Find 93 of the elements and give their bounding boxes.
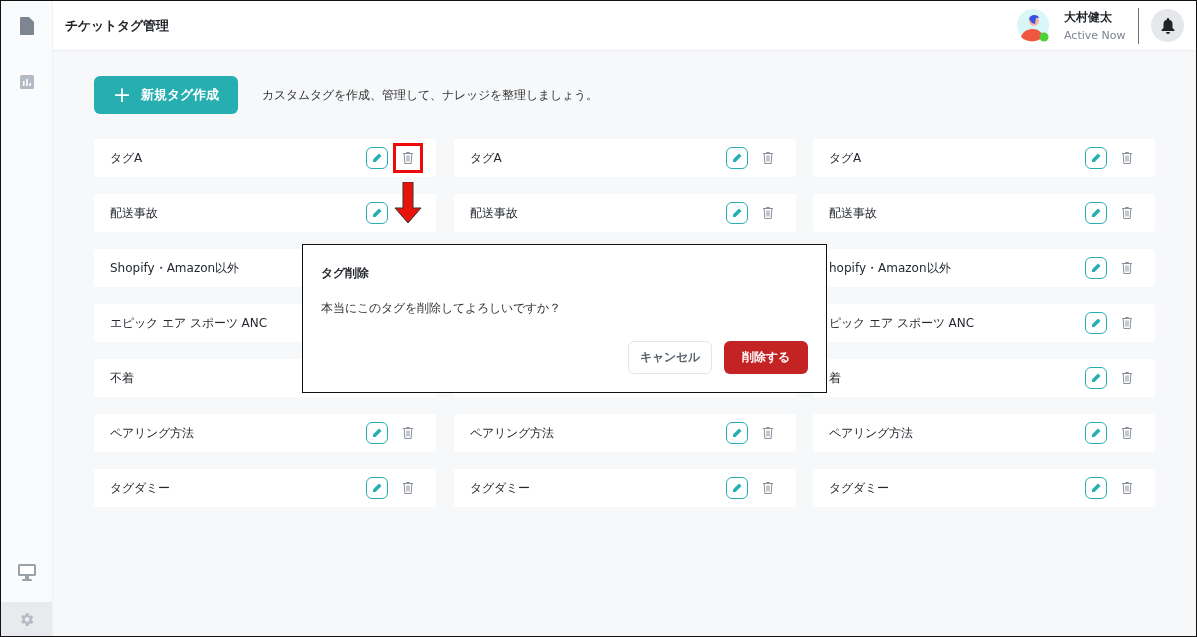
trash-icon: [762, 207, 773, 219]
tag-name: タグA: [469, 149, 502, 167]
delete-button[interactable]: [401, 425, 415, 441]
edit-button[interactable]: [1085, 257, 1107, 279]
tag-name: タグA: [110, 149, 143, 167]
pencil-icon: [1091, 208, 1101, 218]
tag-name: 配送事故: [110, 204, 158, 222]
edit-button[interactable]: [1085, 477, 1107, 499]
monitor-icon[interactable]: [17, 564, 36, 581]
delete-button[interactable]: [760, 425, 775, 441]
pencil-icon: [372, 153, 382, 163]
settings-icon: [18, 610, 35, 628]
delete-button[interactable]: [760, 150, 775, 166]
tag-name: 不着: [110, 369, 134, 387]
chart-icon[interactable]: [19, 75, 34, 89]
edit-button[interactable]: [366, 147, 388, 169]
bell-icon: [1160, 17, 1175, 34]
edit-button[interactable]: [366, 477, 388, 499]
trash-icon: [762, 482, 773, 494]
edit-button[interactable]: [1085, 202, 1107, 224]
page-title: チケットタグ管理: [65, 16, 169, 35]
tag-name: タグA: [829, 149, 862, 167]
pencil-icon: [731, 428, 742, 438]
pencil-icon: [372, 483, 382, 493]
edit-button[interactable]: [1085, 422, 1107, 444]
trash-icon: [762, 427, 773, 439]
pencil-icon: [372, 428, 382, 438]
tag-name: ペアリング方法: [469, 424, 554, 442]
delete-button[interactable]: [1120, 480, 1134, 496]
pencil-icon: [731, 208, 742, 218]
user-status: Active Now: [1064, 29, 1127, 42]
trash-icon: [403, 482, 413, 494]
notification-button[interactable]: [1151, 9, 1184, 42]
edit-button[interactable]: [725, 422, 748, 444]
trash-icon: [762, 152, 773, 164]
avatar-icon[interactable]: [1017, 8, 1051, 43]
trash-icon: [1122, 317, 1132, 329]
trash-icon: [1122, 207, 1132, 219]
tag-name: 配送事故: [469, 204, 518, 222]
delete-button[interactable]: [1120, 205, 1134, 221]
tag-name: タグダミー: [829, 479, 889, 497]
delete-button[interactable]: [1120, 150, 1134, 166]
tag-name: 配送事故: [829, 204, 877, 222]
trash-icon: [403, 427, 413, 439]
delete-button[interactable]: [1120, 315, 1134, 331]
delete-button[interactable]: [1120, 260, 1134, 276]
delete-button[interactable]: [760, 480, 775, 496]
tag-name: 着: [829, 369, 841, 387]
edit-button[interactable]: [366, 422, 388, 444]
trash-icon: [403, 152, 413, 164]
pencil-icon: [1091, 373, 1101, 383]
trash-icon: [1122, 152, 1132, 164]
edit-button[interactable]: [725, 147, 748, 169]
edit-button[interactable]: [725, 202, 748, 224]
down-arrow: [394, 182, 422, 224]
edit-button[interactable]: [1085, 312, 1107, 334]
delete-button[interactable]: [1120, 425, 1134, 441]
pencil-icon: [1091, 263, 1101, 273]
trash-icon: [1122, 482, 1132, 494]
pencil-icon: [1091, 318, 1101, 328]
tag-name: Shopify・Amazon以外: [110, 259, 240, 277]
delete-button[interactable]: [401, 150, 415, 166]
tag-name: ペアリング方法: [829, 424, 913, 442]
delete-button[interactable]: [1120, 370, 1134, 386]
dialog-message: 本当にこのタグを削除してよろしいですか？: [321, 300, 562, 317]
edit-button[interactable]: [725, 477, 748, 499]
trash-icon: [1122, 427, 1132, 439]
tag-name: hopify・Amazon以外: [829, 259, 951, 277]
edit-button[interactable]: [1085, 147, 1107, 169]
cancel-button[interactable]: キャンセル: [628, 341, 712, 374]
tag-name: タグダミー: [469, 479, 530, 497]
pencil-icon: [731, 153, 742, 163]
settings-button[interactable]: [1, 602, 52, 636]
trash-icon: [1122, 262, 1132, 274]
edit-button[interactable]: [366, 202, 388, 224]
pencil-icon: [372, 208, 382, 218]
pencil-icon: [731, 483, 742, 493]
trash-icon: [1122, 372, 1132, 384]
tag-name: ペアリング方法: [110, 424, 194, 442]
delete-confirm-button[interactable]: 削除する: [724, 341, 808, 374]
delete-button[interactable]: [760, 205, 775, 221]
user-name: 大村健太: [1064, 9, 1113, 26]
pencil-icon: [1091, 428, 1101, 438]
pencil-icon: [1091, 483, 1101, 493]
pencil-icon: [1091, 153, 1101, 163]
dialog-title: タグ削除: [321, 265, 370, 282]
tag-name: エピック エア スポーツ ANC: [110, 314, 267, 332]
tag-name: ピック エア スポーツ ANC: [829, 314, 974, 332]
document-icon[interactable]: [19, 17, 34, 35]
delete-button[interactable]: [401, 480, 415, 496]
edit-button[interactable]: [1085, 367, 1107, 389]
tag-name: タグダミー: [110, 479, 170, 497]
description-text: カスタムタグを作成、管理して、ナレッジを整理しましょう。: [262, 86, 598, 104]
